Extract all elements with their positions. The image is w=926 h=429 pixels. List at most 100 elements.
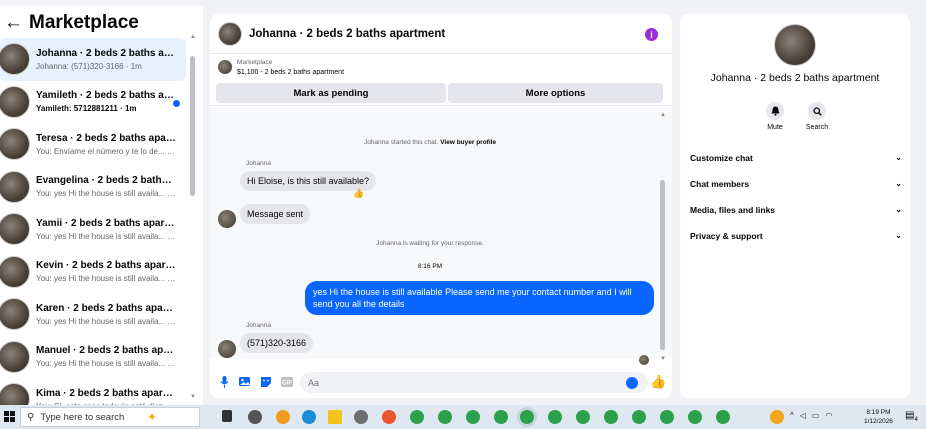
edge-browser-icon[interactable] (302, 410, 316, 424)
chrome-icon[interactable] (410, 410, 424, 424)
scroll-thumb[interactable] (660, 180, 665, 350)
chrome-icon[interactable] (688, 410, 702, 424)
chat-members-row[interactable]: Chat members ⌄ (690, 179, 902, 189)
avatar[interactable] (218, 21, 242, 46)
chrome-icon[interactable] (438, 410, 452, 424)
chat-preview: Johanna: (571)320-3166 · 1m (36, 61, 142, 71)
chrome-icon[interactable] (576, 410, 590, 424)
copilot-icon[interactable] (276, 410, 290, 424)
chrome-icon[interactable] (548, 410, 562, 424)
sender-name: Johanna (246, 160, 271, 167)
scroll-up-icon[interactable]: ▲ (190, 34, 196, 40)
scroll-down-icon[interactable]: ▼ (190, 394, 196, 400)
system-tray[interactable]: ^ ◁ ▭ ◠ (790, 411, 832, 420)
info-icon[interactable]: i (645, 28, 658, 41)
chat-list-item[interactable]: Evangelina · 2 beds 2 baths apa... You: y… (0, 166, 186, 209)
chat-list-item[interactable]: Kima · 2 beds 2 baths apartmentYou: Sí, … (0, 378, 186, 405)
gif-icon[interactable]: GIF (280, 375, 293, 388)
chrome-icon[interactable] (604, 410, 618, 424)
view-buyer-profile-link[interactable]: View buyer profile (440, 139, 496, 146)
file-explorer-icon[interactable] (328, 410, 342, 424)
chat-list-item[interactable]: Kevin · 2 beds 2 baths apartment You: yes… (0, 251, 186, 294)
microphone-icon[interactable] (218, 375, 231, 388)
chrome-icon[interactable] (660, 410, 674, 424)
message-input[interactable] (300, 372, 648, 393)
battery-icon[interactable]: ▭ (812, 411, 820, 420)
firefox-icon[interactable] (382, 410, 396, 424)
chat-title: Kevin · 2 beds 2 baths apartment (36, 260, 176, 272)
waiting-notice: Johanna is waiting for your response. (376, 240, 484, 247)
message-thread: Johanna started this chat. View buyer pr… (210, 107, 672, 365)
chat-text: Kevin · 2 beds 2 baths apartment You: yes… (36, 260, 176, 283)
windows-start-icon[interactable] (4, 411, 15, 422)
chevron-up-icon[interactable]: ^ (790, 411, 794, 420)
chat-title: Manuel · 2 beds 2 baths apartm... (36, 345, 176, 357)
bell-icon[interactable] (766, 102, 784, 120)
chrome-icon[interactable] (716, 410, 730, 424)
customize-chat-row[interactable]: Customize chat ⌄ (690, 153, 902, 163)
privacy-support-row[interactable]: Privacy & support ⌄ (690, 231, 902, 241)
conversation-title[interactable]: Johanna · 2 beds 2 baths apartment (249, 28, 445, 40)
sender-avatar[interactable] (218, 210, 236, 228)
chat-text: Karen · 2 beds 2 baths apartment You: yes… (36, 303, 176, 326)
weather-icon[interactable] (770, 410, 784, 424)
listing-price[interactable]: $1,100 - 2 beds 2 baths apartment (237, 69, 344, 76)
like-icon[interactable]: 👍 (650, 374, 666, 390)
task-view-icon[interactable] (222, 410, 232, 422)
mute-action[interactable]: Mute (755, 102, 795, 131)
thumbs-up-reaction-icon[interactable]: 👍 (353, 188, 364, 199)
more-options-button[interactable]: More options (448, 83, 663, 103)
outgoing-message[interactable]: yes Hi the house is still available Plea… (305, 281, 654, 315)
notification-icon[interactable]: ▤4 (905, 410, 918, 423)
media-files-links-row[interactable]: Media, files and links ⌄ (690, 205, 902, 215)
chevron-down-icon[interactable]: ⌄ (895, 205, 902, 215)
search-highlight-icon[interactable]: ✦ (147, 410, 157, 424)
system-message[interactable]: Message sent (240, 204, 311, 224)
avatar[interactable] (774, 24, 816, 66)
chat-list-item[interactable]: Yamileth · 2 beds 2 baths apar... Yamilet… (0, 81, 186, 124)
chevron-down-icon[interactable]: ⌄ (895, 153, 902, 163)
mark-as-pending-button[interactable]: Mark as pending (216, 83, 446, 103)
sticker-icon[interactable] (259, 375, 272, 388)
avatar (0, 43, 30, 76)
search-icon[interactable] (808, 102, 826, 120)
listing-thumbnail[interactable] (218, 60, 232, 74)
settings-gear-icon[interactable] (248, 410, 262, 424)
chat-list-item[interactable]: Yamii · 2 beds 2 baths apartment You: yes… (0, 208, 186, 251)
image-icon[interactable] (238, 375, 251, 388)
chrome-icon-active[interactable] (520, 410, 534, 424)
chrome-icon[interactable] (466, 410, 480, 424)
taskbar-clock[interactable]: 8:19 PM 1/12/2026 (864, 408, 893, 426)
chat-text: Manuel · 2 beds 2 baths apartm... You: ye… (36, 345, 176, 368)
search-label: Search (805, 124, 829, 131)
chevron-down-icon[interactable]: ⌄ (895, 179, 902, 189)
app-icon[interactable] (354, 410, 368, 424)
avatar (0, 85, 30, 118)
scroll-thumb[interactable] (190, 56, 195, 196)
clock-time: 8:19 PM (866, 409, 891, 416)
incoming-message[interactable]: (571)320-3166 (240, 333, 314, 353)
chrome-icon[interactable] (494, 410, 508, 424)
clock-date: 1/12/2026 (864, 418, 893, 425)
speaker-icon[interactable]: ◁ (800, 411, 806, 420)
chrome-icon[interactable] (632, 410, 646, 424)
chat-list-item[interactable]: Manuel · 2 beds 2 baths apartm... You: ye… (0, 336, 186, 379)
sender-avatar[interactable] (218, 340, 236, 358)
chat-list-item[interactable]: Teresa · 2 beds 2 baths apartment You: En… (0, 123, 186, 166)
scroll-up-icon[interactable]: ▲ (660, 112, 666, 118)
chat-list-item[interactable]: Karen · 2 beds 2 baths apartment You: yes… (0, 293, 186, 336)
taskbar-search-box[interactable]: ⚲ Type here to search ✦ (20, 407, 200, 427)
scroll-down-icon[interactable]: ▼ (660, 356, 666, 362)
back-arrow-icon[interactable]: ← (4, 12, 23, 34)
conversation-panel: Johanna · 2 beds 2 baths apartment i Mar… (210, 14, 672, 398)
chat-list-item[interactable]: Johanna · 2 beds 2 baths apart... Johanna… (0, 38, 186, 81)
chat-list-scrollbar[interactable]: ▲ ▼ (190, 34, 196, 404)
conversation-scrollbar[interactable]: ▲ ▼ (660, 112, 666, 362)
chat-text: Johanna · 2 beds 2 baths apart... Johanna… (36, 48, 176, 71)
search-action[interactable]: Search (797, 102, 837, 131)
row-label: Customize chat (690, 153, 753, 163)
chat-name: Johanna · 2 beds 2 baths apartment (710, 72, 880, 84)
wifi-icon[interactable]: ◠ (825, 411, 832, 420)
chevron-down-icon[interactable]: ⌄ (895, 231, 902, 241)
emoji-icon[interactable] (626, 377, 638, 389)
